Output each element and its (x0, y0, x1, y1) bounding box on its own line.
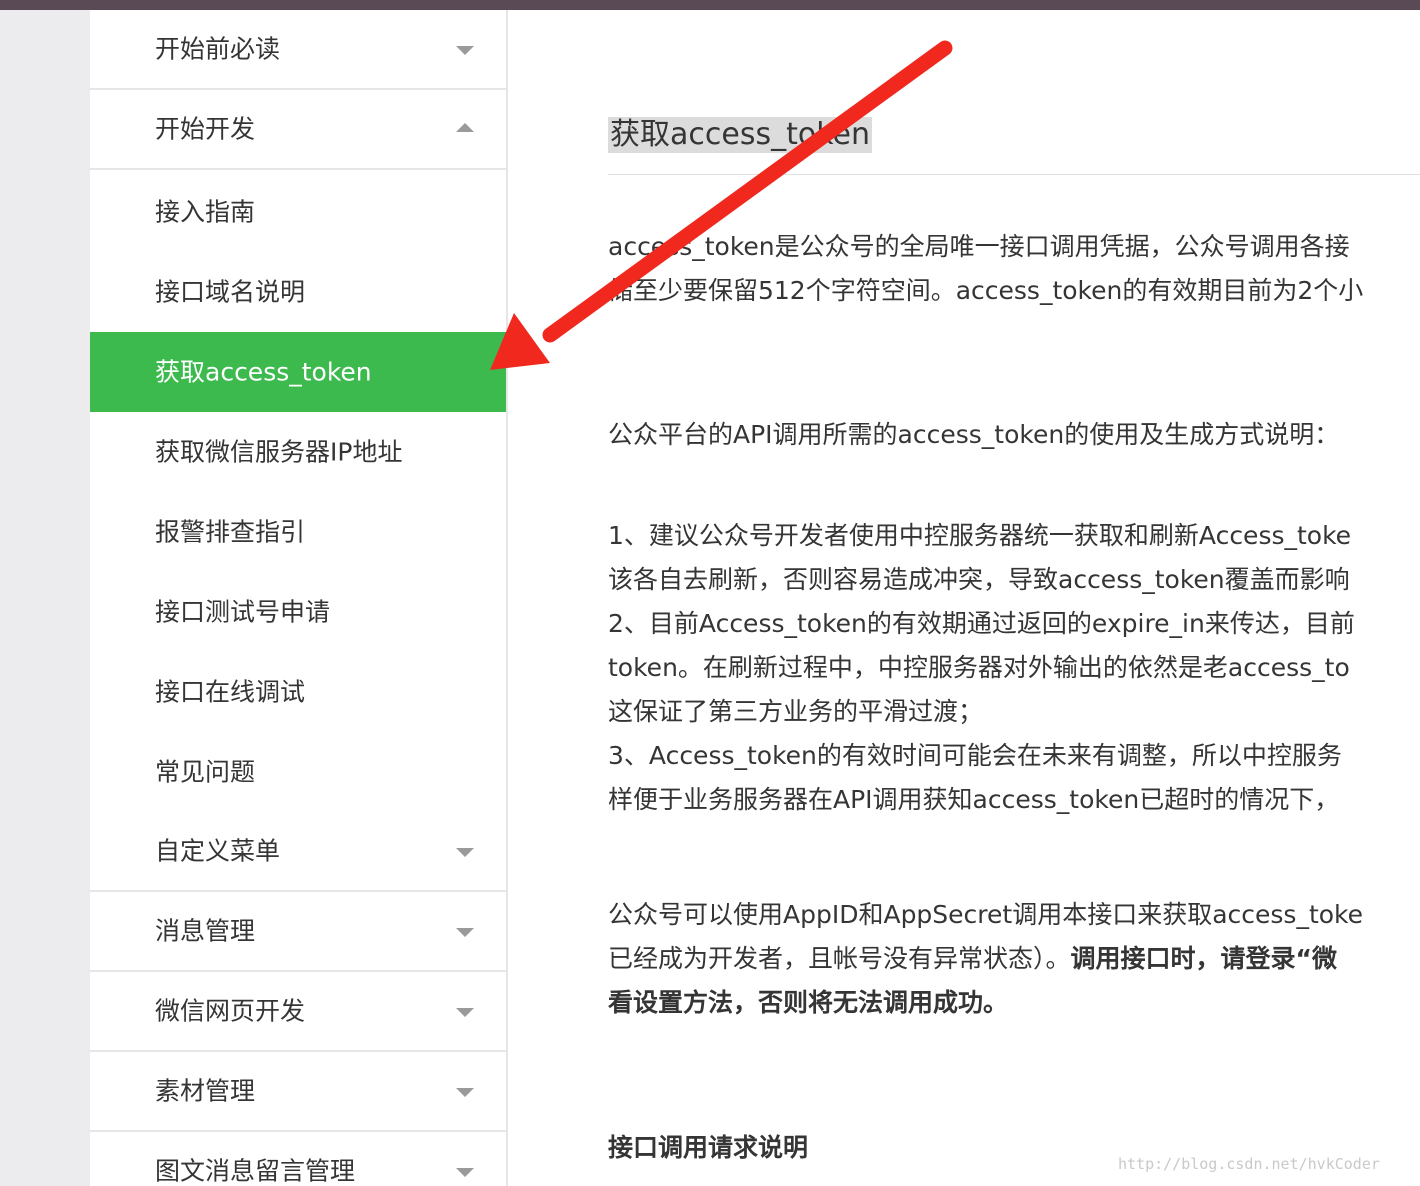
title-divider (608, 174, 1420, 175)
nav-group-message[interactable]: 消息管理 (90, 892, 506, 972)
nav-group-comment[interactable]: 图文消息留言管理 (90, 1132, 506, 1186)
chevron-down-icon (456, 1168, 474, 1177)
watermark: http://blog.csdn.net/hvkCoder (1118, 1155, 1380, 1173)
chevron-up-icon (456, 123, 474, 132)
nav-item-access-guide[interactable]: 接入指南 (90, 172, 506, 252)
nav-item-test-account[interactable]: 接口测试号申请 (90, 572, 506, 652)
chevron-down-icon (456, 848, 474, 857)
nav-item-label: 接口测试号申请 (155, 597, 331, 627)
nav-item-domain-info[interactable]: 接口域名说明 (90, 252, 506, 332)
paragraph-line: 公众平台的API调用所需的access_token的使用及生成方式说明： (608, 420, 1340, 449)
nav-group-label: 自定义菜单 (155, 836, 281, 866)
nav-item-label: 接入指南 (155, 197, 256, 227)
paragraph-appid: 公众号可以使用AppID和AppSecret调用本接口来获取access_tok… (608, 893, 1420, 1025)
paragraph-usage-title: 公众平台的API调用所需的access_token的使用及生成方式说明： (608, 413, 1420, 457)
paragraph-line: 3、Access_token的有效时间可能会在未来有调整，所以中控服务 (608, 741, 1342, 770)
chevron-down-icon (456, 1008, 474, 1017)
paragraph-line: 1、建议公众号开发者使用中控服务器统一获取和刷新Access_toke (608, 521, 1352, 550)
nav-group-label: 素材管理 (155, 1076, 256, 1106)
nav-group-label: 消息管理 (155, 916, 256, 946)
paragraph-line: access_token是公众号的全局唯一接口调用凭据，公众号调用各接 (608, 232, 1350, 261)
nav-group-label: 微信网页开发 (155, 996, 306, 1026)
nav-item-server-ip[interactable]: 获取微信服务器IP地址 (90, 412, 506, 492)
paragraph-intro: access_token是公众号的全局唯一接口调用凭据，公众号调用各接 储至少要… (608, 225, 1420, 313)
paragraph-usage-list: 1、建议公众号开发者使用中控服务器统一获取和刷新Access_toke 该各自去… (608, 514, 1420, 822)
paragraph-line: 该各自去刷新，否则容易造成冲突，导致access_token覆盖而影响 (608, 565, 1350, 594)
nav-item-label: 接口域名说明 (155, 277, 306, 307)
section-heading: 接口调用请求说明 (608, 1133, 809, 1162)
doc-content: 获取access_token access_token是公众号的全局唯一接口调用… (508, 10, 1420, 1186)
chevron-down-icon (456, 1088, 474, 1097)
paragraph-line: token。在刷新过程中，中控服务器对外输出的依然是老access_to (608, 653, 1350, 682)
nav-group-start-reading[interactable]: 开始前必读 (90, 10, 506, 90)
nav-item-get-access-token[interactable]: 获取access_token (90, 332, 506, 412)
nav-group-material[interactable]: 素材管理 (90, 1052, 506, 1132)
nav-group-label: 开始前必读 (155, 34, 281, 64)
nav-item-faq[interactable]: 常见问题 (90, 732, 506, 812)
nav-item-label: 接口在线调试 (155, 677, 306, 707)
paragraph-line: 2、目前Access_token的有效期通过返回的expire_in来传达，目前 (608, 609, 1355, 638)
chevron-down-icon (456, 928, 474, 937)
nav-item-label: 获取access_token (155, 357, 372, 387)
paragraph-line: 公众号可以使用AppID和AppSecret调用本接口来获取access_tok… (608, 900, 1364, 929)
nav-item-label: 获取微信服务器IP地址 (155, 437, 403, 467)
window-top-bar (0, 0, 1420, 10)
nav-group-custom-menu[interactable]: 自定义菜单 (90, 812, 506, 892)
nav-item-alarm-guide[interactable]: 报警排查指引 (90, 492, 506, 572)
nav-item-online-debug[interactable]: 接口在线调试 (90, 652, 506, 732)
left-gutter (0, 10, 90, 1186)
paragraph-line: 已经成为开发者，且帐号没有异常状态）。调用接口时，请登录“微 (608, 937, 1420, 981)
paragraph-emphasis: 调用接口时，请登录“微 (1070, 944, 1337, 973)
paragraph-emphasis: 看设置方法，否则将无法调用成功。 (608, 988, 1009, 1017)
nav-item-label: 报警排查指引 (155, 517, 306, 547)
nav-group-webpage[interactable]: 微信网页开发 (90, 972, 506, 1052)
nav-group-label: 图文消息留言管理 (155, 1156, 356, 1186)
nav-item-label: 常见问题 (155, 757, 256, 787)
paragraph-line: 样便于业务服务器在API调用获知access_token已超时的情况下， (608, 785, 1340, 814)
chevron-down-icon (456, 46, 474, 55)
paragraph-text: 已经成为开发者，且帐号没有异常状态）。 (608, 944, 1071, 973)
nav-group-start-dev[interactable]: 开始开发 (90, 90, 506, 170)
nav-group-label: 开始开发 (155, 114, 256, 144)
page-title: 获取access_token (608, 117, 872, 153)
paragraph-line: 这保证了第三方业务的平滑过渡； (608, 697, 984, 726)
paragraph-line: 储至少要保留512个字符空间。access_token的有效期目前为2个小 (608, 276, 1364, 305)
sidebar-nav: 开始前必读 开始开发 接入指南 接口域名说明 获取access_token 获取… (90, 10, 508, 1186)
